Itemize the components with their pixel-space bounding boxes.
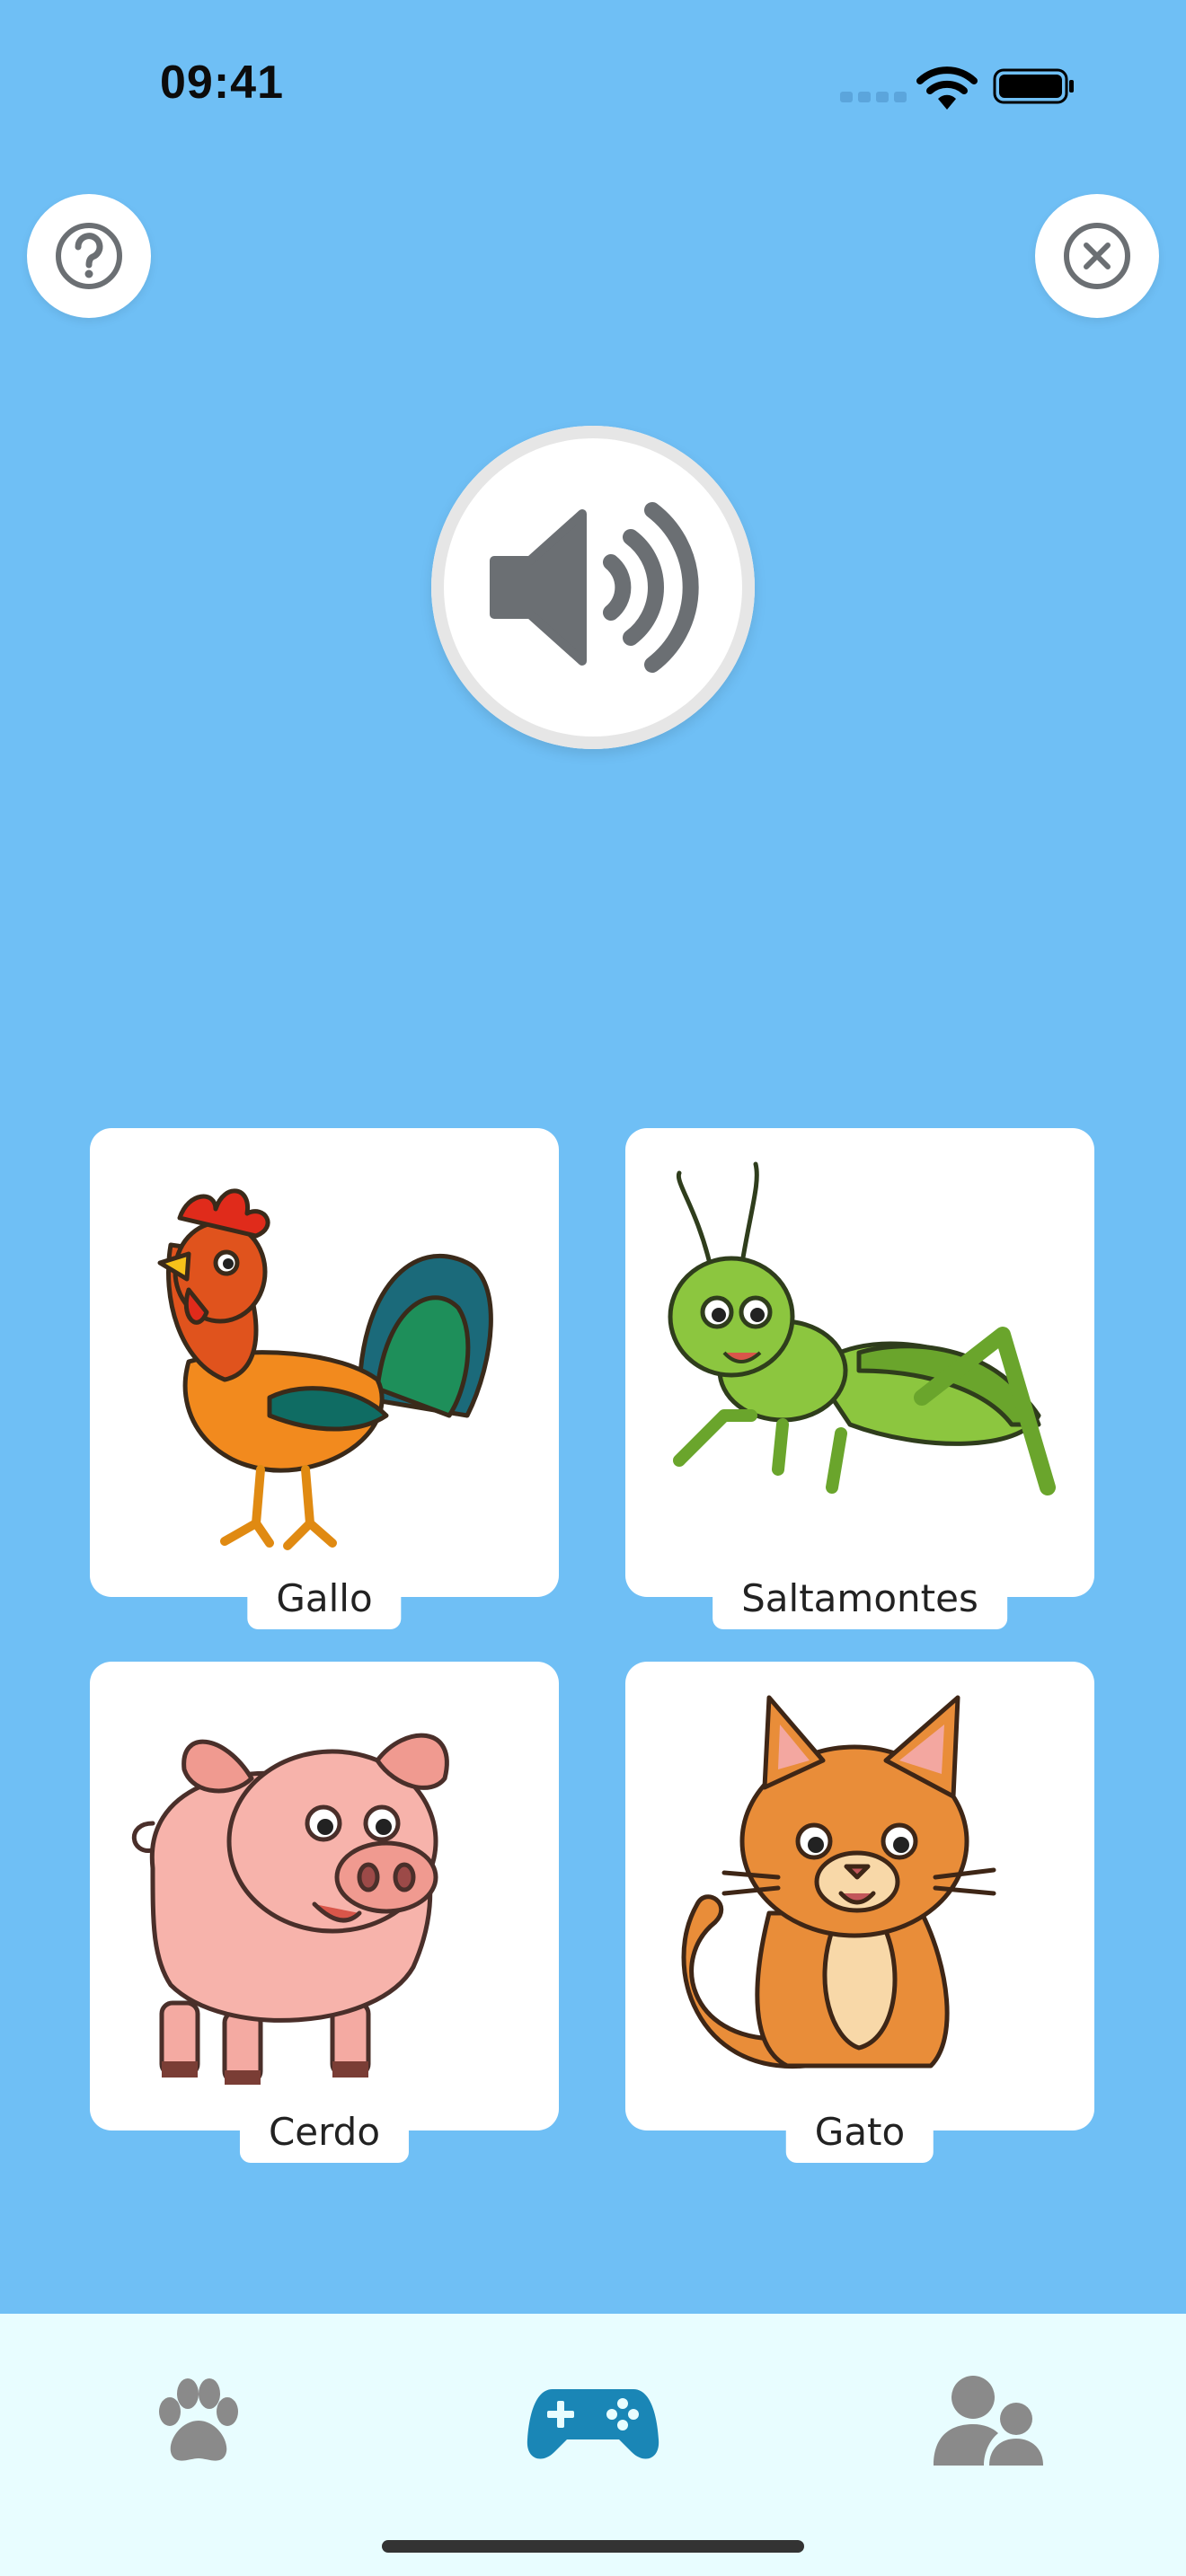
- play-sound-button[interactable]: [431, 426, 755, 749]
- status-time: 09:41: [160, 57, 284, 109]
- pig-illustration: [131, 1733, 449, 2085]
- card-label: Gallo: [247, 1571, 402, 1629]
- speaker-volume-icon: [490, 502, 699, 673]
- close-button[interactable]: [1035, 194, 1159, 318]
- home-indicator: [382, 2540, 804, 2553]
- status-bar: 09:41: [0, 0, 1186, 180]
- animal-card-cerdo[interactable]: Cerdo: [90, 1662, 559, 2163]
- tab-animals[interactable]: [126, 2359, 270, 2484]
- rooster-illustration: [157, 1188, 493, 1550]
- animal-card-gato[interactable]: Gato: [625, 1662, 1094, 2163]
- tab-profiles[interactable]: [916, 2359, 1060, 2484]
- wifi-icon: [916, 66, 978, 110]
- cellular-signal-icon: [840, 92, 907, 104]
- gamepad-icon: [527, 2389, 659, 2459]
- grasshopper-illustration: [668, 1161, 1056, 1495]
- card-label: Saltamontes: [712, 1571, 1007, 1629]
- users-icon: [934, 2376, 1043, 2466]
- animal-card-saltamontes[interactable]: Saltamontes: [625, 1128, 1094, 1629]
- paw-icon: [159, 2378, 238, 2461]
- cat-illustration: [681, 1695, 996, 2069]
- tab-games[interactable]: [521, 2359, 665, 2484]
- bottom-tab-bar: [0, 2314, 1186, 2576]
- close-circle-icon: [1064, 223, 1130, 289]
- help-button[interactable]: [27, 194, 151, 318]
- animal-card-gallo[interactable]: Gallo: [90, 1128, 559, 1629]
- card-label: Cerdo: [239, 2104, 410, 2163]
- card-label: Gato: [785, 2104, 934, 2163]
- question-circle-icon: [56, 223, 122, 289]
- battery-icon: [993, 68, 1074, 104]
